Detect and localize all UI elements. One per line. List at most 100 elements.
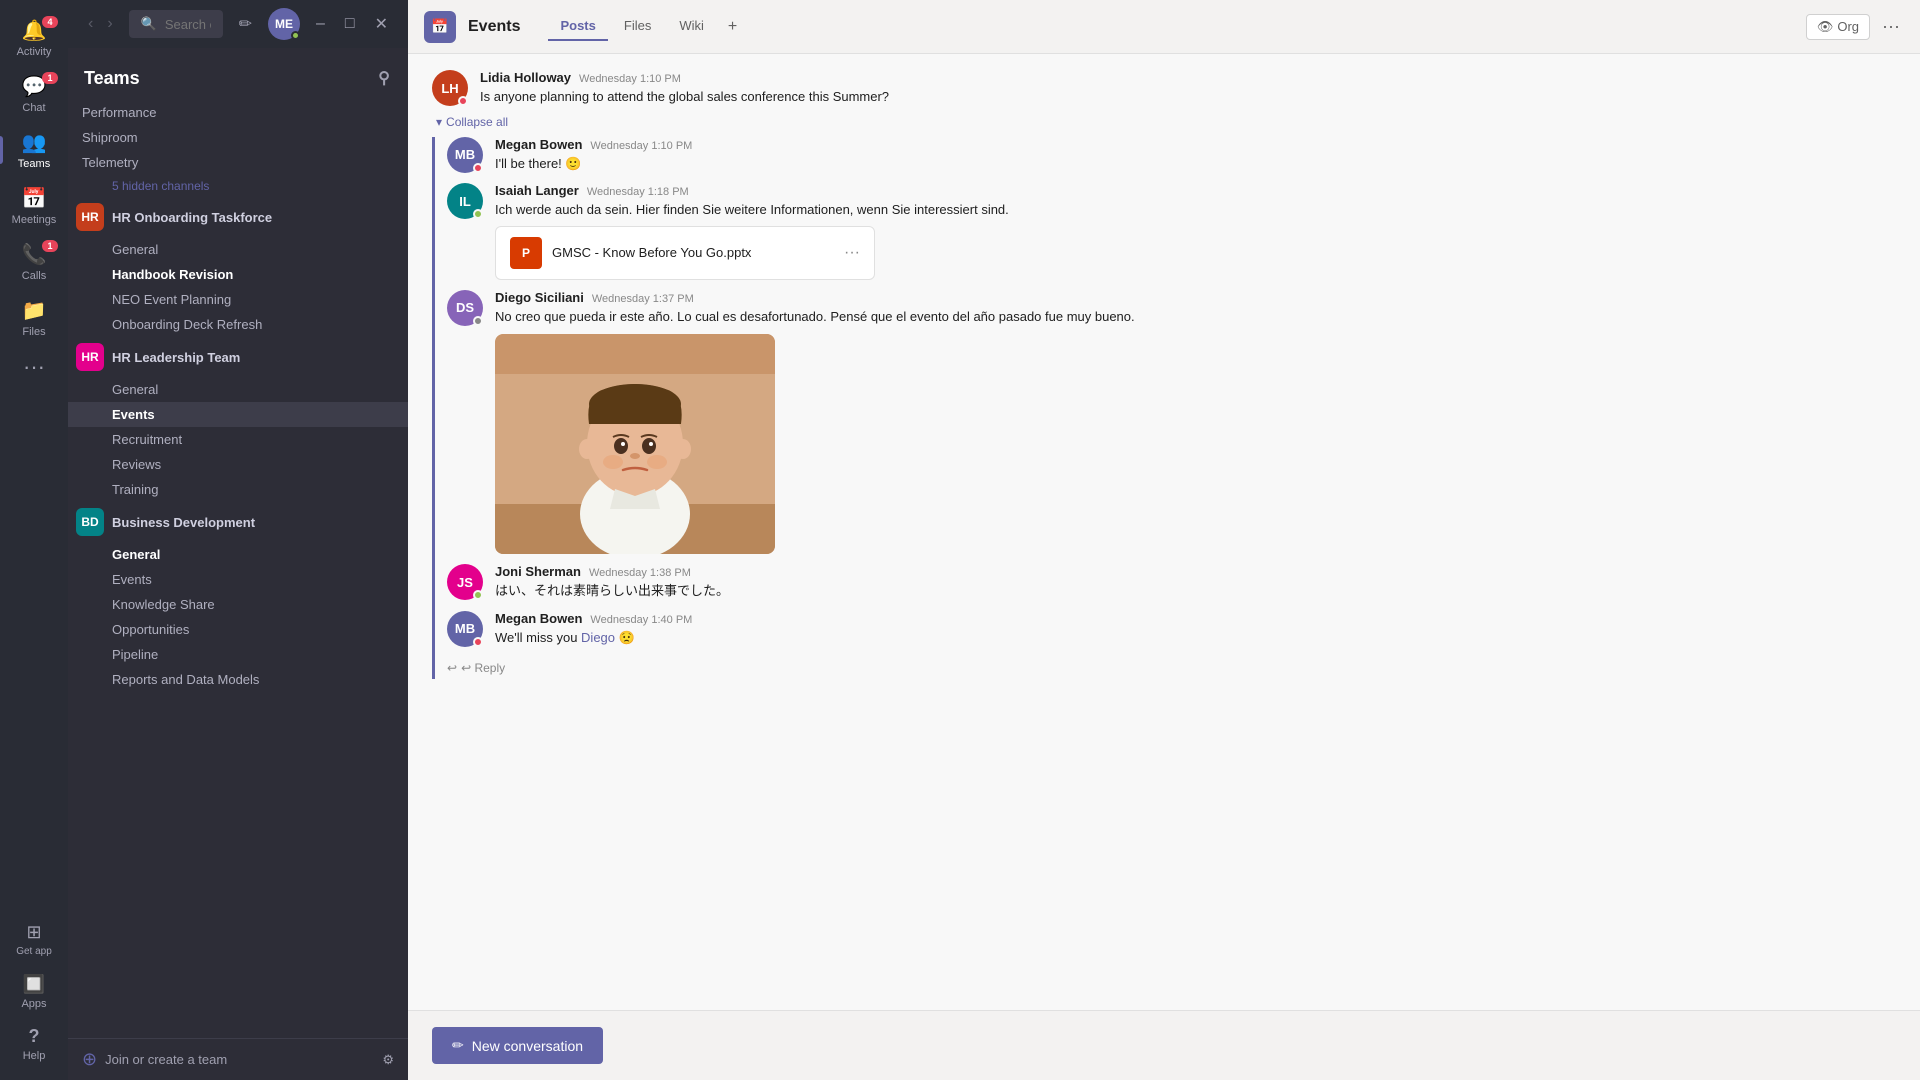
channel-opportunities[interactable]: Opportunities — [68, 617, 408, 642]
channel-general-hr-leadership[interactable]: General — [68, 377, 408, 402]
nav-item-activity[interactable]: 4 🔔 Activity — [0, 10, 68, 66]
channel-handbook-revision[interactable]: Handbook Revision — [68, 262, 408, 287]
user-avatar[interactable]: ME — [268, 8, 300, 40]
message-row-lidia: LH Lidia Holloway Wednesday 1:10 PM Is a… — [432, 70, 1896, 107]
filter-button[interactable]: ⚲ — [374, 64, 394, 92]
channel-general-business-dev[interactable]: General — [68, 542, 408, 567]
avatar-wrap-megan-1: MB — [447, 137, 483, 173]
message-thread-1: LH Lidia Holloway Wednesday 1:10 PM Is a… — [432, 70, 1896, 679]
eye-icon: 👁 — [1817, 19, 1834, 35]
hidden-channels-link[interactable]: 5 hidden channels — [68, 175, 408, 197]
join-create-team[interactable]: ⊕ Join or create a team ⚙ — [68, 1038, 408, 1080]
channel-icon: 📅 — [424, 11, 456, 43]
channel-reports-data[interactable]: Reports and Data Models — [68, 667, 408, 692]
nav-item-help[interactable]: ? Help — [0, 1018, 68, 1070]
team-header-business-dev[interactable]: BD Business Development ··· — [68, 502, 408, 542]
search-input[interactable] — [165, 17, 211, 32]
message-meta-megan-2: Megan Bowen Wednesday 1:40 PM — [495, 611, 1896, 626]
message-meta-isaiah: Isaiah Langer Wednesday 1:18 PM — [495, 183, 1896, 198]
messages-area[interactable]: LH Lidia Holloway Wednesday 1:10 PM Is a… — [408, 54, 1920, 1010]
channel-events-hr-leadership[interactable]: Events — [68, 402, 408, 427]
status-joni — [473, 590, 483, 600]
author-joni: Joni Sherman — [495, 564, 581, 579]
message-content-joni: Joni Sherman Wednesday 1:38 PM はい、それは素晴ら… — [495, 564, 1896, 601]
forward-button[interactable]: › — [103, 11, 116, 37]
avatar-wrap-joni: JS — [447, 564, 483, 600]
new-conv-icon: ✏ — [452, 1037, 464, 1054]
time-diego: Wednesday 1:37 PM — [592, 293, 694, 305]
channel-more-button[interactable]: ··· — [1878, 12, 1904, 41]
apps-icon: 🔲 — [23, 974, 45, 995]
reply-button[interactable]: ↩ ↩ Reply — [447, 657, 1896, 679]
settings-icon[interactable]: ⚙ — [382, 1052, 394, 1068]
channel-item-performance[interactable]: Performance — [68, 100, 408, 125]
nav-item-teams[interactable]: 👥 Teams — [0, 122, 68, 178]
new-conversation-button[interactable]: ✏ New conversation — [432, 1027, 603, 1064]
events-channel-icon: 📅 — [431, 18, 448, 35]
author-isaiah: Isaiah Langer — [495, 183, 579, 198]
window-minimize-button[interactable]: – — [312, 11, 329, 37]
diego-mention[interactable]: Diego — [581, 630, 615, 645]
org-button[interactable]: 👁 Org — [1806, 14, 1870, 40]
tab-posts[interactable]: Posts — [548, 12, 607, 41]
get-app-label: Get app — [16, 946, 52, 958]
message-meta-megan-1: Megan Bowen Wednesday 1:10 PM — [495, 137, 1896, 152]
baby-image — [495, 334, 775, 554]
team-group-business-dev: BD Business Development ··· General Even… — [68, 502, 408, 692]
channel-onboarding-deck[interactable]: Onboarding Deck Refresh — [68, 312, 408, 337]
top-bar: ‹ › 🔍 ✏ ME – □ ✕ — [68, 0, 408, 48]
author-diego: Diego Siciliani — [495, 290, 584, 305]
channel-header: 📅 Events Posts Files Wiki + 👁 Org ··· — [408, 0, 1920, 54]
channel-general-hr-onboarding[interactable]: General — [68, 237, 408, 262]
compose-button[interactable]: ✏ — [235, 10, 256, 38]
channel-reviews[interactable]: Reviews — [68, 452, 408, 477]
search-bar[interactable]: 🔍 — [129, 10, 223, 38]
reply-border: MB Megan Bowen Wednesday 1:10 PM I'll be… — [432, 137, 1896, 680]
nav-item-chat[interactable]: 1 💬 Chat — [0, 66, 68, 122]
back-button[interactable]: ‹ — [84, 11, 97, 37]
channel-item-shiproom[interactable]: Shiproom — [68, 125, 408, 150]
team-header-hr-onboarding[interactable]: HR HR Onboarding Taskforce ··· — [68, 197, 408, 237]
sidebar-header: Teams ⚲ — [68, 48, 408, 100]
text-megan-2: We'll miss you Diego 😟 — [495, 628, 1896, 648]
add-tab-button[interactable]: + — [720, 14, 745, 40]
collapse-all-link[interactable]: ▾ Collapse all — [432, 115, 1896, 129]
avatar-wrap-diego: DS — [447, 290, 483, 326]
window-maximize-button[interactable]: □ — [341, 11, 359, 37]
nav-item-files[interactable]: 📁 Files — [0, 290, 68, 346]
collapse-chevron: ▾ — [436, 115, 442, 129]
nav-item-apps[interactable]: 🔲 Apps — [0, 966, 68, 1018]
teams-icon: 👥 — [22, 130, 47, 155]
nav-item-meetings[interactable]: 📅 Meetings — [0, 178, 68, 234]
file-attachment-pptx[interactable]: P GMSC - Know Before You Go.pptx ··· — [495, 226, 875, 280]
file-more-button[interactable]: ··· — [844, 244, 860, 262]
channel-knowledge-share[interactable]: Knowledge Share — [68, 592, 408, 617]
help-icon: ? — [29, 1026, 40, 1047]
team-avatar-hr-leadership: HR — [76, 343, 104, 371]
apps-label: Apps — [21, 998, 46, 1010]
tab-wiki[interactable]: Wiki — [667, 12, 716, 41]
channel-recruitment[interactable]: Recruitment — [68, 427, 408, 452]
calls-label: Calls — [22, 270, 46, 282]
window-close-button[interactable]: ✕ — [371, 10, 392, 38]
tab-files[interactable]: Files — [612, 12, 663, 41]
channel-header-right: 👁 Org ··· — [1806, 12, 1904, 41]
channel-pipeline[interactable]: Pipeline — [68, 642, 408, 667]
nav-item-calls[interactable]: 1 📞 Calls — [0, 234, 68, 290]
nav-item-get-app[interactable]: ⊞ Get app — [0, 914, 68, 966]
team-name-hr-leadership: HR Leadership Team — [112, 350, 374, 365]
channel-events-business-dev[interactable]: Events — [68, 567, 408, 592]
files-label: Files — [22, 326, 45, 338]
avatar-wrap-lidia: LH — [432, 70, 468, 106]
activity-label: Activity — [17, 46, 52, 58]
channel-neo-event-planning[interactable]: NEO Event Planning — [68, 287, 408, 312]
top-bar-right: ✏ ME – □ ✕ — [235, 8, 392, 40]
channel-item-telemetry[interactable]: Telemetry — [68, 150, 408, 175]
collapse-label: Collapse all — [446, 115, 508, 129]
message-content-lidia: Lidia Holloway Wednesday 1:10 PM Is anyo… — [480, 70, 1896, 107]
text-joni: はい、それは素晴らしい出来事でした。 — [495, 581, 1896, 601]
channel-training[interactable]: Training — [68, 477, 408, 502]
nav-item-more[interactable]: ··· — [0, 346, 68, 388]
team-header-hr-leadership[interactable]: HR HR Leadership Team ··· — [68, 337, 408, 377]
teams-label: Teams — [18, 158, 50, 170]
